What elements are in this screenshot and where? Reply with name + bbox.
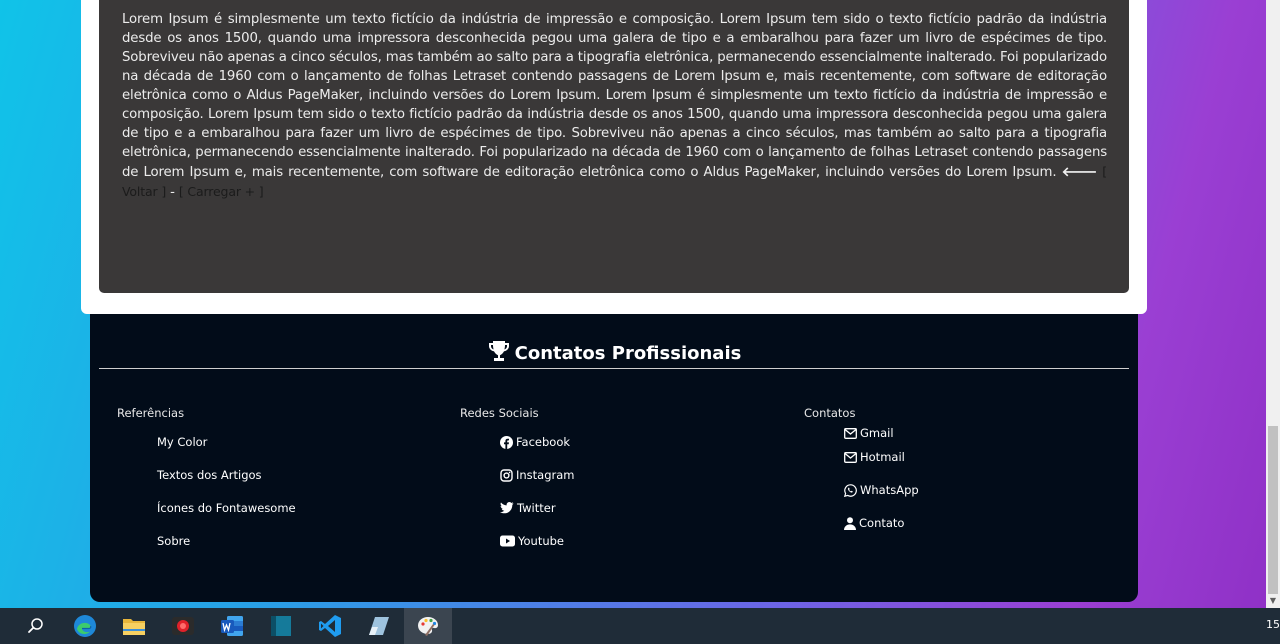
screen-recorder-icon: [172, 617, 194, 635]
social-link-facebook[interactable]: Facebook: [500, 435, 570, 449]
twitter-icon: [500, 502, 514, 514]
youtube-label: Youtube: [518, 534, 564, 548]
taskbar-screen-recorder[interactable]: [159, 608, 207, 644]
link-separator: -: [170, 185, 175, 200]
taskbar-paint[interactable]: [404, 608, 452, 644]
word-icon: [221, 616, 243, 636]
whatsapp-label: WhatsApp: [860, 483, 919, 497]
facebook-label: Facebook: [516, 435, 571, 449]
instagram-label: Instagram: [516, 468, 575, 482]
taskbar-word[interactable]: [208, 608, 256, 644]
load-more-link[interactable]: [ Carregar + ]: [179, 184, 264, 199]
search-icon: [28, 618, 43, 633]
contacts-heading: Contatos: [804, 406, 856, 420]
contact-link-hotmail[interactable]: Hotmail: [844, 450, 905, 464]
taskbar-file-explorer[interactable]: [110, 608, 158, 644]
contact-link-contact[interactable]: Contato: [844, 516, 904, 530]
sidebar-app-icon: [271, 616, 291, 636]
twitter-label: Twitter: [517, 501, 556, 515]
social-heading: Redes Sociais: [460, 406, 539, 420]
paint-icon: [418, 617, 438, 636]
footer: Contatos Profissionais Referências My Co…: [90, 314, 1138, 602]
youtube-icon: [500, 535, 515, 547]
taskbar-sidebar-app[interactable]: [257, 608, 305, 644]
references-column: Referências: [117, 406, 184, 420]
contact-link-whatsapp[interactable]: WhatsApp: [844, 483, 919, 497]
ref-link-fontawesome-icons[interactable]: Ícones do Fontawesome: [157, 501, 296, 515]
scroll-down-arrow-icon[interactable]: ▼: [1266, 594, 1280, 608]
contact-link-gmail[interactable]: Gmail: [844, 426, 894, 440]
article-card: Lorem Ipsum é simplesmente um texto fict…: [81, 0, 1147, 314]
references-heading: Referências: [117, 406, 185, 420]
article-body: Lorem Ipsum é simplesmente um texto fict…: [122, 12, 1107, 180]
user-icon: [844, 516, 856, 530]
file-explorer-icon: [123, 619, 145, 635]
ref-link-article-texts[interactable]: Textos dos Artigos: [157, 468, 262, 482]
page-scrollbar[interactable]: ▼: [1266, 0, 1280, 608]
eraser-app-icon: [369, 617, 389, 635]
instagram-icon: [500, 468, 513, 482]
whatsapp-icon: [844, 483, 857, 497]
article-box: Lorem Ipsum é simplesmente um texto fict…: [99, 0, 1129, 293]
edge-icon: [74, 615, 96, 637]
social-link-instagram[interactable]: Instagram: [500, 468, 575, 482]
windows-taskbar: 15: [0, 608, 1280, 644]
gmail-label: Gmail: [860, 426, 894, 440]
arrow-left-icon: 🡐: [1061, 165, 1098, 180]
envelope-icon: [844, 427, 857, 439]
footer-title: Contatos Profissionais: [90, 340, 1138, 364]
taskbar-edge[interactable]: [61, 608, 109, 644]
ref-link-about[interactable]: Sobre: [157, 534, 190, 548]
facebook-icon: [500, 435, 513, 449]
social-link-youtube[interactable]: Youtube: [500, 534, 564, 548]
envelope-icon: [844, 451, 857, 463]
footer-divider: [99, 368, 1129, 369]
taskbar-eraser-app[interactable]: [355, 608, 403, 644]
contact-label: Contato: [859, 516, 905, 530]
hotmail-label: Hotmail: [860, 450, 905, 464]
article-text: Lorem Ipsum é simplesmente um texto fict…: [122, 10, 1107, 202]
vscode-icon: [319, 615, 341, 637]
scrollbar-thumb[interactable]: [1268, 426, 1278, 594]
taskbar-clock[interactable]: 15: [1266, 618, 1280, 631]
ref-link-my-color[interactable]: My Color: [157, 435, 207, 449]
taskbar-search[interactable]: [12, 608, 60, 644]
footer-title-text: Contatos Profissionais: [514, 343, 742, 364]
taskbar-vscode[interactable]: [306, 608, 354, 644]
contacts-column: Contatos: [804, 406, 855, 420]
social-link-twitter[interactable]: Twitter: [500, 501, 556, 515]
social-column: Redes Sociais: [460, 406, 539, 420]
trophy-icon: [488, 341, 509, 361]
